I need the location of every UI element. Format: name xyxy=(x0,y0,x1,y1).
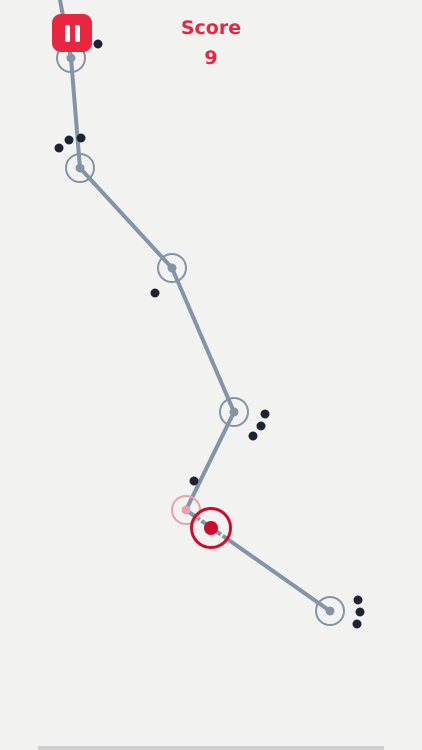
obstacle-dot xyxy=(189,476,199,486)
bottom-rule xyxy=(38,746,384,750)
path-segment xyxy=(69,56,82,170)
score-value: 9 xyxy=(204,47,218,69)
obstacle-dot xyxy=(93,39,103,49)
pause-icon xyxy=(62,24,82,42)
obstacle-dot xyxy=(76,133,86,143)
obstacle-dot xyxy=(256,421,266,431)
path-segment xyxy=(78,166,174,270)
game-canvas[interactable] xyxy=(0,0,422,750)
score-label: Score xyxy=(180,17,242,39)
path-node xyxy=(219,397,249,427)
obstacle-dot xyxy=(150,288,160,298)
obstacle-dot xyxy=(54,143,64,153)
path-node xyxy=(315,596,345,626)
obstacle-dot xyxy=(260,409,270,419)
path-segment xyxy=(184,410,236,512)
obstacle-dot xyxy=(248,431,258,441)
obstacle-dot xyxy=(64,135,74,145)
score-display: Score 9 xyxy=(161,16,261,70)
path-node xyxy=(157,253,187,283)
obstacle-dot xyxy=(355,607,365,617)
obstacle-dot xyxy=(352,619,362,629)
path-node-visited xyxy=(171,495,201,525)
obstacle-dot xyxy=(353,595,363,605)
player-ball xyxy=(190,507,232,549)
pause-button[interactable] xyxy=(52,14,92,52)
path-segment xyxy=(170,266,236,414)
